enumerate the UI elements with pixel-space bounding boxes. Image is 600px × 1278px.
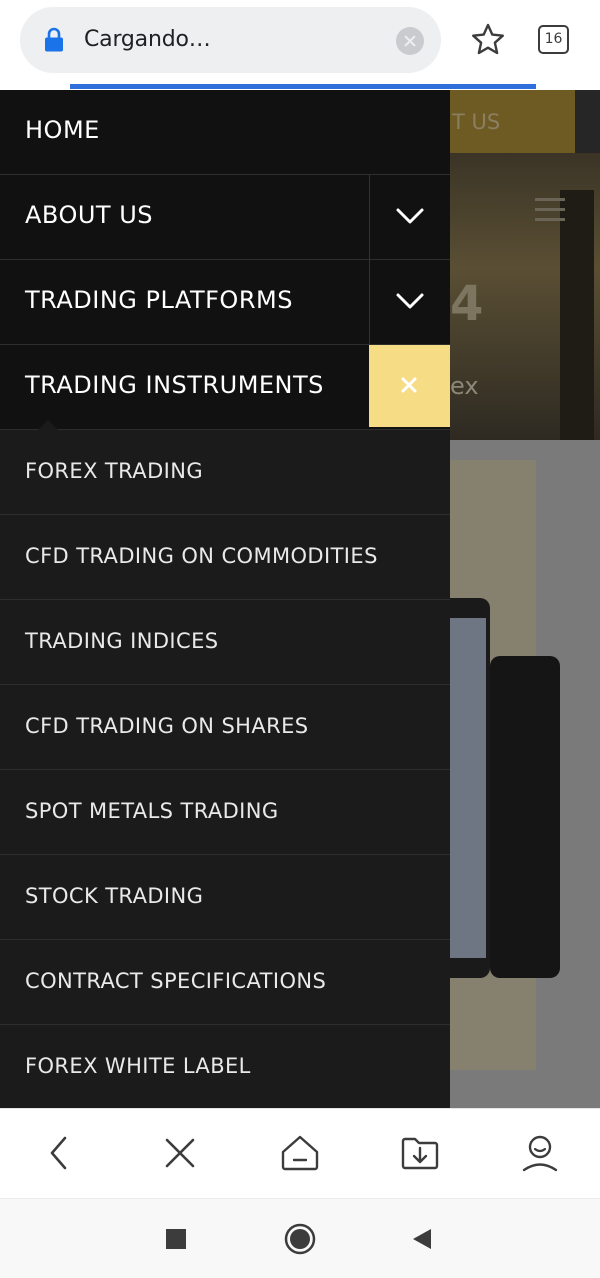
stop-icon[interactable] [160, 1133, 200, 1173]
submenu-item-label: CONTRACT SPECIFICATIONS [25, 969, 327, 993]
submenu-toggle-trading-platforms[interactable] [369, 260, 450, 345]
submenu-item-label: STOCK TRADING [25, 884, 204, 908]
slide-out-menu: HOME ABOUT US TRADING PLATFORMS TRADING INS… [0, 90, 450, 1110]
submenu-toggle-about-us[interactable] [369, 175, 450, 260]
submenu-item-spot-metals-trading[interactable]: SPOT METALS TRADING [0, 770, 450, 855]
page-device-image [490, 656, 560, 978]
downloads-icon[interactable] [400, 1133, 440, 1173]
submenu-item-trading-indices[interactable]: TRADING INDICES [0, 600, 450, 685]
submenu-toggle-trading-instruments[interactable] [369, 345, 450, 427]
clear-url-icon[interactable] [396, 27, 424, 55]
lock-icon [45, 27, 63, 52]
back-triangle-icon[interactable] [406, 1223, 438, 1255]
submenu-item-cfd-trading-on-shares[interactable]: CFD TRADING ON SHARES [0, 685, 450, 770]
menu-item-about-us[interactable]: ABOUT US [0, 175, 450, 260]
menu-item-label: TRADING INSTRUMENTS [25, 371, 324, 399]
submenu-item-label: CFD TRADING ON COMMODITIES [25, 544, 378, 568]
submenu-item-forex-trading[interactable]: FOREX TRADING [0, 430, 450, 515]
browser-top-bar: Cargando… 16 [0, 0, 600, 84]
recents-icon[interactable] [160, 1223, 192, 1255]
submenu-item-stock-trading[interactable]: STOCK TRADING [0, 855, 450, 940]
page-hero-text: ex [450, 372, 479, 400]
submenu-item-contract-specifications[interactable]: CONTRACT SPECIFICATIONS [0, 940, 450, 1025]
url-status-text: Cargando… [84, 27, 211, 52]
home-icon[interactable] [280, 1133, 320, 1173]
submenu-item-label: SPOT METALS TRADING [25, 799, 279, 823]
submenu-item-label: FOREX TRADING [25, 459, 204, 483]
page-contact-text: T US [452, 110, 501, 134]
chevron-down-icon [396, 208, 424, 224]
browser-bottom-toolbar [0, 1108, 600, 1198]
submenu-item-label: CFD TRADING ON SHARES [25, 714, 309, 738]
menu-item-label: HOME [25, 116, 100, 144]
address-bar[interactable]: Cargando… [20, 7, 441, 73]
page-phone-screen [446, 618, 486, 958]
menu-item-trading-platforms[interactable]: TRADING PLATFORMS [0, 260, 450, 345]
submenu-item-forex-white-label[interactable]: FOREX WHITE LABEL [0, 1025, 450, 1110]
page-hero-glyph: 4 [450, 276, 484, 332]
menu-item-label: ABOUT US [25, 201, 154, 229]
home-circle-icon[interactable] [284, 1223, 316, 1255]
progress-fill [70, 84, 536, 89]
screen: Cargando… 16 T US 4 ex HOME ABOUT US TRADI… [0, 0, 600, 1278]
submenu-item-label: TRADING INDICES [25, 629, 219, 653]
menu-item-label: TRADING PLATFORMS [25, 286, 293, 314]
back-icon[interactable] [39, 1133, 79, 1173]
tabs-icon[interactable]: 16 [538, 25, 569, 54]
submenu-item-cfd-trading-on-commodities[interactable]: CFD TRADING ON COMMODITIES [0, 515, 450, 600]
profile-icon[interactable] [520, 1133, 560, 1173]
page-hamburger-icon [535, 198, 565, 222]
chevron-down-icon [396, 293, 424, 309]
submenu-item-label: FOREX WHITE LABEL [25, 1054, 251, 1078]
close-icon [401, 377, 417, 393]
system-navigation-bar [0, 1198, 600, 1278]
menu-item-trading-instruments[interactable]: TRADING INSTRUMENTS [0, 345, 450, 430]
submenu-caret [38, 420, 58, 430]
menu-item-home[interactable]: HOME [0, 90, 450, 175]
page-hero-tower [560, 190, 594, 440]
bookmark-star-icon[interactable] [470, 22, 506, 58]
